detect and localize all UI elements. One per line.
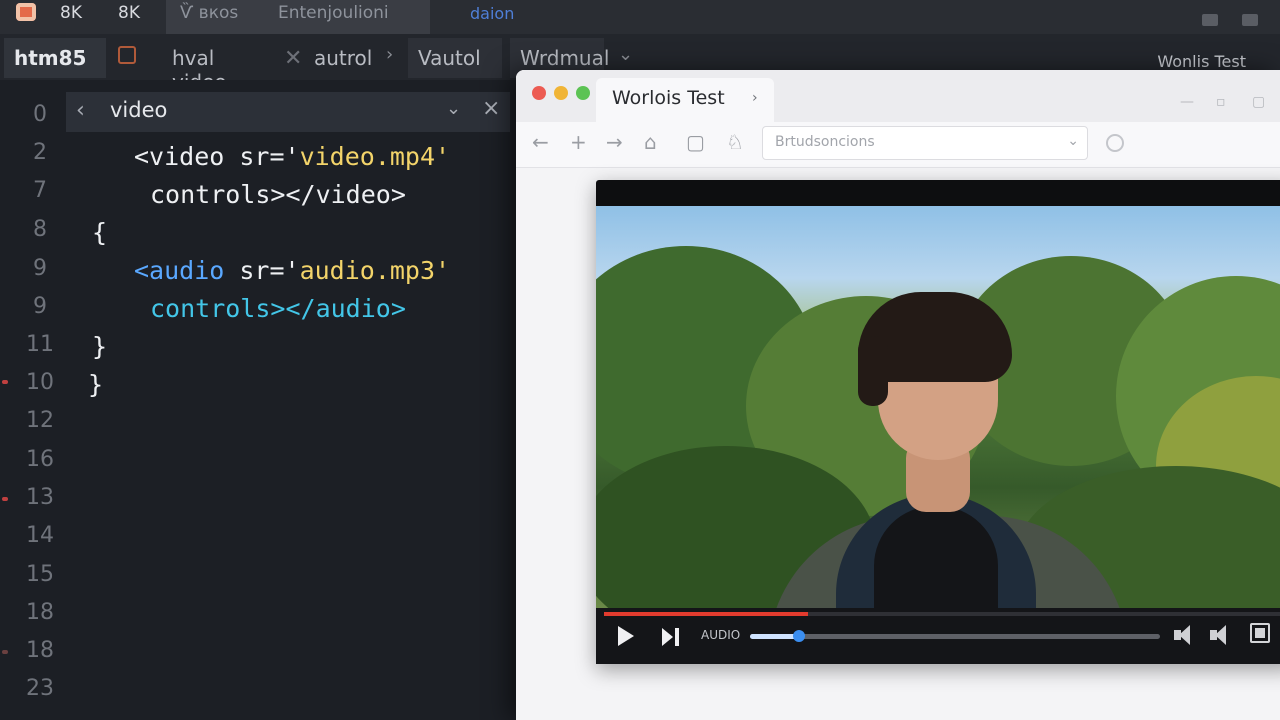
code-line-audio-close: controls></audio> — [150, 294, 406, 323]
line-number: 12 — [26, 408, 54, 433]
line-number: 11 — [26, 332, 54, 357]
line-gutter: 0 2 7 8 9 9 11 10 12 16 13 14 15 18 18 2… — [0, 80, 84, 720]
code-brace: { — [92, 218, 108, 247]
bookmark-icon[interactable]: ▢ — [686, 130, 705, 154]
tab-htm85[interactable]: htm85 — [4, 38, 106, 78]
top-tab-1[interactable]: Ѷ вкоѕ — [166, 0, 264, 34]
tab-label: Vautol — [418, 46, 481, 70]
tab-vautol[interactable]: Vautol — [408, 38, 502, 78]
chevron-down-icon[interactable]: ⌄ — [446, 98, 461, 119]
bell-icon[interactable]: ♘ — [726, 130, 744, 154]
minimize-icon[interactable]: — — [1180, 94, 1194, 110]
chevron-right-icon[interactable]: › — [752, 90, 758, 106]
top-link[interactable]: daion — [470, 4, 514, 23]
line-number: 13 — [26, 485, 54, 510]
breakpoint-marker[interactable] — [2, 380, 8, 384]
line-number: 18 — [26, 638, 54, 663]
line-number: 9 — [33, 294, 47, 319]
top-tab-2-label: Entenjoulioni — [278, 3, 389, 23]
top-tab-2[interactable]: Entenjoulioni — [264, 0, 430, 34]
code-string: video.mp4' — [299, 142, 451, 171]
line-number: 7 — [33, 178, 47, 203]
resolution-label-2: 8K — [118, 3, 140, 23]
line-number: 10 — [26, 370, 54, 395]
line-number: 0 — [33, 102, 47, 127]
browser-window: Worlois Test › — ▫ ▢ ← + → ⌂ ▢ ♘ Brtudso… — [516, 70, 1280, 720]
tab-label: autrol — [314, 46, 373, 70]
seek-handle[interactable] — [793, 630, 806, 642]
code-brace: } — [88, 370, 104, 399]
line-number: 18 — [26, 600, 54, 625]
window-title-bar: 8K 8K Ѷ вкоѕ Entenjoulioni daion — [0, 0, 1280, 34]
code-line-audio: <audio sr='audio.mp3' — [134, 256, 450, 285]
audio-label: AUDIO — [701, 628, 741, 642]
breakpoint-marker[interactable] — [2, 497, 8, 501]
refresh-icon[interactable] — [1106, 134, 1124, 152]
shield-icon[interactable]: ⌂ — [644, 130, 657, 154]
maximize-icon[interactable]: ▫ — [1216, 94, 1226, 110]
forward-icon[interactable]: → — [606, 130, 623, 154]
address-bar[interactable]: Brtudsoncions ⌄ — [762, 126, 1088, 160]
back-icon[interactable]: ← — [532, 130, 549, 154]
chevron-right-icon: › — [386, 44, 394, 65]
close-window-dot[interactable] — [532, 86, 546, 100]
tab-label: htm85 — [14, 46, 87, 70]
chevron-down-icon[interactable]: ⌄ — [618, 44, 633, 65]
line-number: 15 — [26, 562, 54, 587]
window-label: Wonlis Test — [1157, 52, 1246, 71]
code-string: audio.mp3' — [299, 256, 451, 285]
find-widget[interactable]: ‹ video ⌄ × — [66, 92, 510, 132]
code-editor[interactable]: 0 2 7 8 9 9 11 10 12 16 13 14 15 18 18 2… — [0, 80, 520, 720]
minimize-icon[interactable] — [1202, 14, 1218, 26]
tab-label: Wrdmual — [520, 46, 610, 70]
top-tab-1-label: Ѷ вкоѕ — [180, 3, 239, 23]
seek-slider[interactable] — [750, 630, 1160, 642]
maximize-window-dot[interactable] — [576, 86, 590, 100]
app-icon — [16, 3, 36, 21]
resolution-label: 8K — [60, 3, 82, 23]
volume-icon[interactable] — [1174, 624, 1196, 646]
close-icon[interactable]: × — [482, 96, 500, 121]
code-line-video-close: controls></video> — [150, 180, 406, 209]
line-number: 2 — [33, 140, 47, 165]
speaker-icon[interactable] — [1210, 624, 1232, 646]
line-number: 9 — [33, 256, 47, 281]
file-icon — [118, 46, 136, 64]
browser-tab-title: Worlois Test — [612, 87, 725, 109]
progress-bar[interactable] — [604, 612, 1280, 616]
seek-fill — [750, 634, 800, 639]
chevron-down-icon[interactable]: ⌄ — [1067, 133, 1079, 149]
code-token: sr=' — [224, 256, 300, 285]
tab-hval-video[interactable]: hval video — [162, 38, 274, 94]
maximize-icon[interactable] — [1242, 14, 1258, 26]
find-input[interactable]: video — [110, 98, 167, 122]
line-number: 16 — [26, 447, 54, 472]
browser-toolbar: ← + → ⌂ ▢ ♘ Brtudsoncions ⌄ — [516, 122, 1280, 168]
address-text: Brtudsoncions — [775, 134, 875, 150]
video-frame[interactable] — [596, 206, 1280, 608]
breakpoint-marker[interactable] — [2, 650, 8, 654]
skip-icon[interactable] — [662, 628, 680, 646]
fullscreen-icon[interactable] — [1250, 623, 1270, 643]
browser-title-bar: Worlois Test › — ▫ ▢ — [516, 70, 1280, 122]
line-number: 8 — [33, 217, 47, 242]
close-icon[interactable]: ✕ — [284, 46, 302, 71]
code-token: <video sr=' — [134, 142, 300, 171]
line-number: 14 — [26, 523, 54, 548]
code-brace: } — [92, 332, 108, 361]
add-icon[interactable]: + — [570, 130, 587, 154]
code-line-video: <video sr='video.mp4' — [134, 142, 450, 171]
video-player[interactable]: AUDIO — [596, 180, 1280, 664]
line-number: 23 — [26, 676, 54, 701]
play-icon[interactable] — [618, 626, 634, 646]
player-controls: AUDIO — [596, 608, 1280, 664]
restore-icon[interactable]: ▢ — [1252, 94, 1265, 110]
chevron-left-icon[interactable]: ‹ — [76, 98, 85, 123]
minimize-window-dot[interactable] — [554, 86, 568, 100]
browser-tab[interactable]: Worlois Test › — [596, 78, 774, 122]
code-token: <audio — [134, 256, 225, 285]
progress-fill — [604, 612, 808, 616]
